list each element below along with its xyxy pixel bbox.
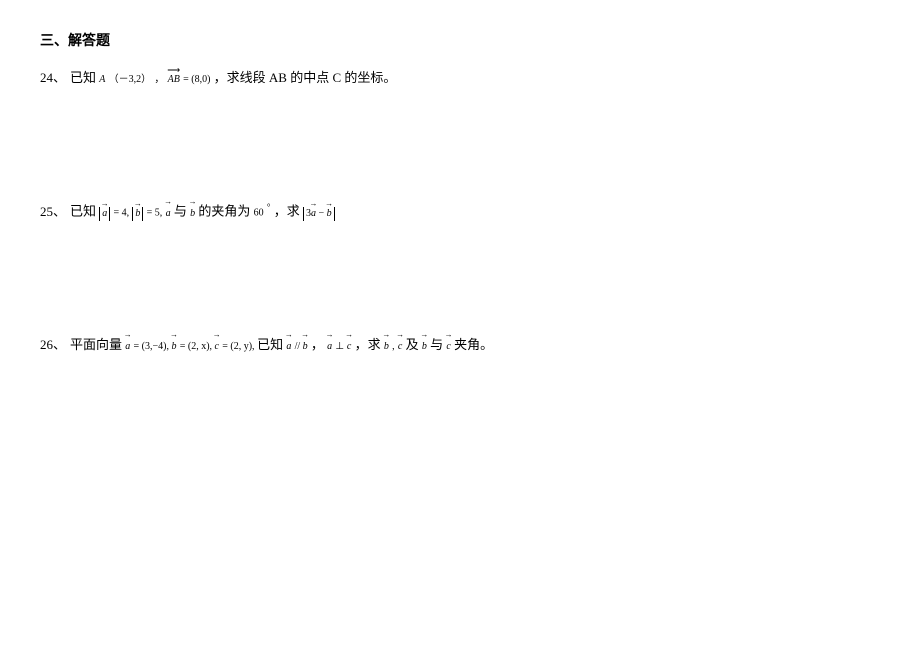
vec-b-2: b: [190, 205, 195, 223]
angle-degree: °: [267, 202, 271, 212]
vec-b-4: b: [422, 338, 427, 356]
problem-number: 24、: [40, 66, 66, 89]
text-prefix: 平面向量: [70, 337, 122, 352]
eq-b: = 5,: [147, 208, 163, 219]
point-a-coords: （－3,2）: [109, 74, 152, 85]
comma-2: ，求: [355, 337, 381, 352]
text-known: 已知: [257, 337, 283, 352]
problem-number: 26、: [40, 333, 66, 356]
text-angle: 的夹角为: [198, 204, 250, 219]
problem-24: 24、 已知 A （－3,2） ， AB = (8,0) ，求线段 AB 的中点…: [40, 66, 880, 89]
text-angle: 夹角。: [454, 337, 493, 352]
angle-val: 60: [254, 208, 264, 219]
vec-c-3: c: [398, 338, 402, 356]
problem-content: 已知 a = 4, b = 5, a 与 b 的夹角为 60 ° ，求 3a −…: [70, 199, 335, 223]
point-a-label: A: [99, 74, 105, 85]
text-mid: ，求线段 AB 的中点 C 的坐标。: [214, 70, 397, 85]
vec-a: a: [125, 338, 130, 356]
abs-expr: 3a − b: [303, 207, 335, 221]
parallel-symbol: //: [295, 341, 303, 352]
vec-a-3: a: [311, 207, 316, 221]
vec-c: c: [215, 338, 219, 356]
vec-b-3: b: [327, 207, 332, 221]
vec-c-2: c: [347, 338, 351, 356]
section-title: 三、解答题: [40, 30, 880, 50]
eq-a: = (3,−4),: [134, 341, 172, 352]
text-comma: ，求: [274, 204, 300, 219]
problem-content: 平面向量 a = (3,−4), b = (2, x), c = (2, y),…: [70, 333, 493, 356]
vec-a-2: a: [166, 205, 171, 223]
eq-a: = 4,: [114, 208, 130, 219]
dot-sep: ,: [392, 341, 395, 352]
problem-26: 26、 平面向量 a = (3,−4), b = (2, x), c = (2,…: [40, 333, 880, 356]
vec-b-2: b: [303, 338, 308, 356]
vec-b-3: b: [384, 338, 389, 356]
abs-a: a: [99, 207, 110, 221]
text-with: 与: [430, 337, 443, 352]
vector-ab: AB: [168, 71, 180, 89]
problem-25: 25、 已知 a = 4, b = 5, a 与 b 的夹角为 60 ° ，求 …: [40, 199, 880, 223]
comma-1: ，: [311, 337, 324, 352]
text-and: 及: [406, 337, 419, 352]
vec-ab-value: = (8,0): [183, 74, 210, 85]
eq-b: = (2, x),: [180, 341, 215, 352]
problem-number: 25、: [40, 200, 66, 223]
vec-a-2: a: [286, 338, 291, 356]
text-prefix: 已知: [70, 204, 96, 219]
problem-content: 已知 A （－3,2） ， AB = (8,0) ，求线段 AB 的中点 C 的…: [70, 66, 396, 89]
perp-symbol: ⊥: [335, 341, 347, 352]
vec-a: a: [102, 207, 107, 221]
vec-b: b: [171, 338, 176, 356]
abs-b: b: [132, 207, 143, 221]
sep: ，: [154, 74, 164, 85]
eq-c: = (2, y),: [222, 341, 257, 352]
vec-a-3: a: [327, 338, 332, 356]
vec-c-4: c: [446, 338, 450, 356]
text-prefix: 已知: [70, 70, 96, 85]
vec-b: b: [135, 207, 140, 221]
text-with: 与: [174, 204, 187, 219]
